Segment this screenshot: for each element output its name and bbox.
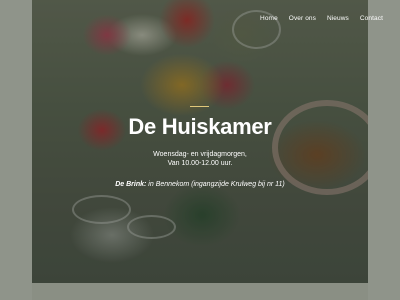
title-divider — [190, 106, 209, 107]
location-text: in Bennekom (ingangzijde Krulweg bij nr … — [146, 181, 285, 188]
main-navigation: Home Over ons Nieuws Contact — [249, 15, 383, 22]
hero-overlay — [32, 0, 368, 283]
hero-image — [32, 0, 368, 283]
hero-location: De Brink: in Bennekom (ingangzijde Krulw… — [0, 181, 400, 188]
hero-schedule-time: Van 10.00-12.00 uur. — [167, 160, 233, 167]
nav-home-link[interactable]: Home — [260, 15, 278, 22]
location-label: De Brink: — [115, 181, 147, 188]
hero-title: De Huiskamer — [128, 114, 272, 139]
nav-contact-link[interactable]: Contact — [360, 15, 383, 22]
nav-over-ons-link[interactable]: Over ons — [289, 15, 316, 22]
nav-nieuws-link[interactable]: Nieuws — [327, 15, 349, 22]
hero-schedule-days: Woensdag- en vrijdagmorgen, — [153, 151, 247, 158]
